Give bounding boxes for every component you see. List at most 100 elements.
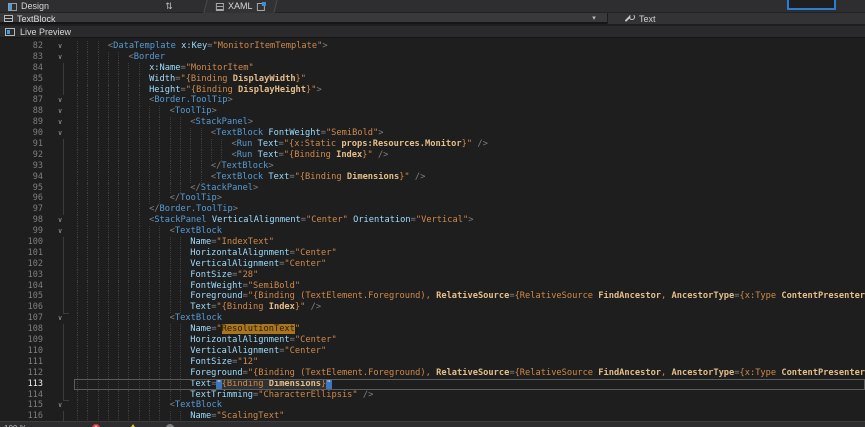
code-line[interactable]: 95</StackPanel>: [0, 183, 865, 194]
fold-chevron-icon[interactable]: [46, 106, 74, 117]
fold-chevron-icon[interactable]: [46, 128, 74, 139]
design-tab[interactable]: Design: [8, 0, 49, 13]
code-line[interactable]: 114TextTrimming="CharacterEllipsis" />: [0, 390, 865, 401]
line-number[interactable]: 98: [0, 215, 46, 226]
swap-panes-button[interactable]: ⇅: [162, 0, 176, 13]
fold-chevron-icon[interactable]: [46, 95, 74, 106]
line-number[interactable]: 91: [0, 139, 46, 150]
code-line[interactable]: 102VerticalAlignment="Center": [0, 259, 865, 270]
line-number[interactable]: 97: [0, 204, 46, 215]
indent-guide: [170, 150, 180, 161]
line-number[interactable]: 82: [0, 41, 46, 52]
code-line[interactable]: 85Width="{Binding DisplayWidth}": [0, 74, 865, 85]
code-line[interactable]: 106Text="{Binding Index}" />: [0, 302, 865, 313]
fold-chevron-icon[interactable]: [46, 400, 74, 411]
xaml-tab-label: XAML: [228, 0, 253, 13]
indent-guide: [159, 379, 169, 390]
line-number[interactable]: 89: [0, 117, 46, 128]
focused-control[interactable]: [787, 0, 836, 10]
line-number[interactable]: 96: [0, 193, 46, 204]
line-number[interactable]: 94: [0, 172, 46, 183]
indent-guide: [139, 259, 149, 270]
indent-guide: [108, 106, 118, 117]
line-number[interactable]: 86: [0, 85, 46, 96]
code-line[interactable]: 115<TextBlock: [0, 400, 865, 411]
property-search-box[interactable]: Text: [607, 13, 865, 24]
line-number[interactable]: 85: [0, 74, 46, 85]
code-line[interactable]: 111FontSize="12": [0, 357, 865, 368]
code-line[interactable]: 84x:Name="MonitorItem": [0, 63, 865, 74]
line-number[interactable]: 90: [0, 128, 46, 139]
line-number[interactable]: 103: [0, 270, 46, 281]
code-line[interactable]: 94<TextBlock Text="{Binding Dimensions}"…: [0, 172, 865, 183]
breadcrumb-dropdown[interactable]: ▾: [589, 13, 599, 24]
code-line[interactable]: 101HorizontalAlignment="Center": [0, 248, 865, 259]
line-number[interactable]: 108: [0, 324, 46, 335]
code-line[interactable]: 104FontWeight="SemiBold": [0, 281, 865, 292]
line-number[interactable]: 113: [0, 379, 46, 390]
fold-chevron-icon[interactable]: [46, 117, 74, 128]
fold-chevron-icon[interactable]: [46, 41, 74, 52]
line-number[interactable]: 88: [0, 106, 46, 117]
code-line[interactable]: 96</ToolTip>: [0, 193, 865, 204]
line-number[interactable]: 110: [0, 346, 46, 357]
code-line[interactable]: 89<StackPanel>: [0, 117, 865, 128]
line-number[interactable]: 111: [0, 357, 46, 368]
breadcrumb[interactable]: TextBlock: [4, 13, 56, 24]
code-line[interactable]: 90<TextBlock FontWeight="SemiBold">: [0, 128, 865, 139]
fold-scope-line: [46, 74, 74, 85]
xaml-tab[interactable]: XAML: [203, 0, 277, 13]
line-number[interactable]: 102: [0, 259, 46, 270]
code-line[interactable]: 92<Run Text="{Binding Index}" />: [0, 150, 865, 161]
code-line[interactable]: 116Name="ScalingText": [0, 411, 865, 421]
code-line[interactable]: 93</TextBlock>: [0, 161, 865, 172]
indent-guide: [149, 302, 159, 313]
line-number[interactable]: 101: [0, 248, 46, 259]
code-line[interactable]: 100Name="IndexText": [0, 237, 865, 248]
indent-guide: [118, 270, 128, 281]
line-number[interactable]: 84: [0, 63, 46, 74]
code-line[interactable]: 99<TextBlock: [0, 226, 865, 237]
fold-chevron-icon[interactable]: [46, 215, 74, 226]
code-line[interactable]: 98<StackPanel VerticalAlignment="Center"…: [0, 215, 865, 226]
code-area[interactable]: 82<DataTemplate x:Key="MonitorItemTempla…: [0, 38, 865, 421]
line-number[interactable]: 114: [0, 390, 46, 401]
code-line[interactable]: 113Text="{Binding Dimensions}": [0, 379, 865, 390]
line-number[interactable]: 99: [0, 226, 46, 237]
line-number[interactable]: 100: [0, 237, 46, 248]
fold-chevron-icon[interactable]: [46, 226, 74, 237]
code-line[interactable]: 97</Border.ToolTip>: [0, 204, 865, 215]
line-number[interactable]: 83: [0, 52, 46, 63]
code-line[interactable]: 88<ToolTip>: [0, 106, 865, 117]
code-line[interactable]: 105Foreground="{Binding (TextElement.For…: [0, 291, 865, 302]
line-number[interactable]: 106: [0, 302, 46, 313]
code-line[interactable]: 103FontSize="28": [0, 270, 865, 281]
code-line[interactable]: 112Foreground="{Binding (TextElement.For…: [0, 368, 865, 379]
line-number[interactable]: 112: [0, 368, 46, 379]
line-number[interactable]: 104: [0, 281, 46, 292]
code-line[interactable]: 110VerticalAlignment="Center": [0, 346, 865, 357]
code-line[interactable]: 83<Border: [0, 52, 865, 63]
code-line[interactable]: 91<Run Text="{x:Static props:Resources.M…: [0, 139, 865, 150]
code-line[interactable]: 109HorizontalAlignment="Center": [0, 335, 865, 346]
code-line[interactable]: 86Height="{Binding DisplayHeight}">: [0, 85, 865, 96]
line-number[interactable]: 92: [0, 150, 46, 161]
line-number[interactable]: 107: [0, 313, 46, 324]
line-number[interactable]: 115: [0, 400, 46, 411]
popout-icon[interactable]: [257, 3, 265, 11]
line-number[interactable]: 93: [0, 161, 46, 172]
code-line[interactable]: 108Name="ResolutionText": [0, 324, 865, 335]
fold-chevron-icon[interactable]: [46, 313, 74, 324]
code-line[interactable]: 87<Border.ToolTip>: [0, 95, 865, 106]
code-line[interactable]: 82<DataTemplate x:Key="MonitorItemTempla…: [0, 41, 865, 52]
line-number[interactable]: 105: [0, 291, 46, 302]
live-preview-bar[interactable]: Live Preview: [0, 26, 865, 38]
line-number[interactable]: 116: [0, 411, 46, 421]
indent-guide: [77, 74, 87, 85]
code-line[interactable]: 107<TextBlock: [0, 313, 865, 324]
line-number[interactable]: 109: [0, 335, 46, 346]
line-number[interactable]: 87: [0, 95, 46, 106]
live-preview-label: Live Preview: [20, 27, 71, 37]
line-number[interactable]: 95: [0, 183, 46, 194]
fold-chevron-icon[interactable]: [46, 52, 74, 63]
